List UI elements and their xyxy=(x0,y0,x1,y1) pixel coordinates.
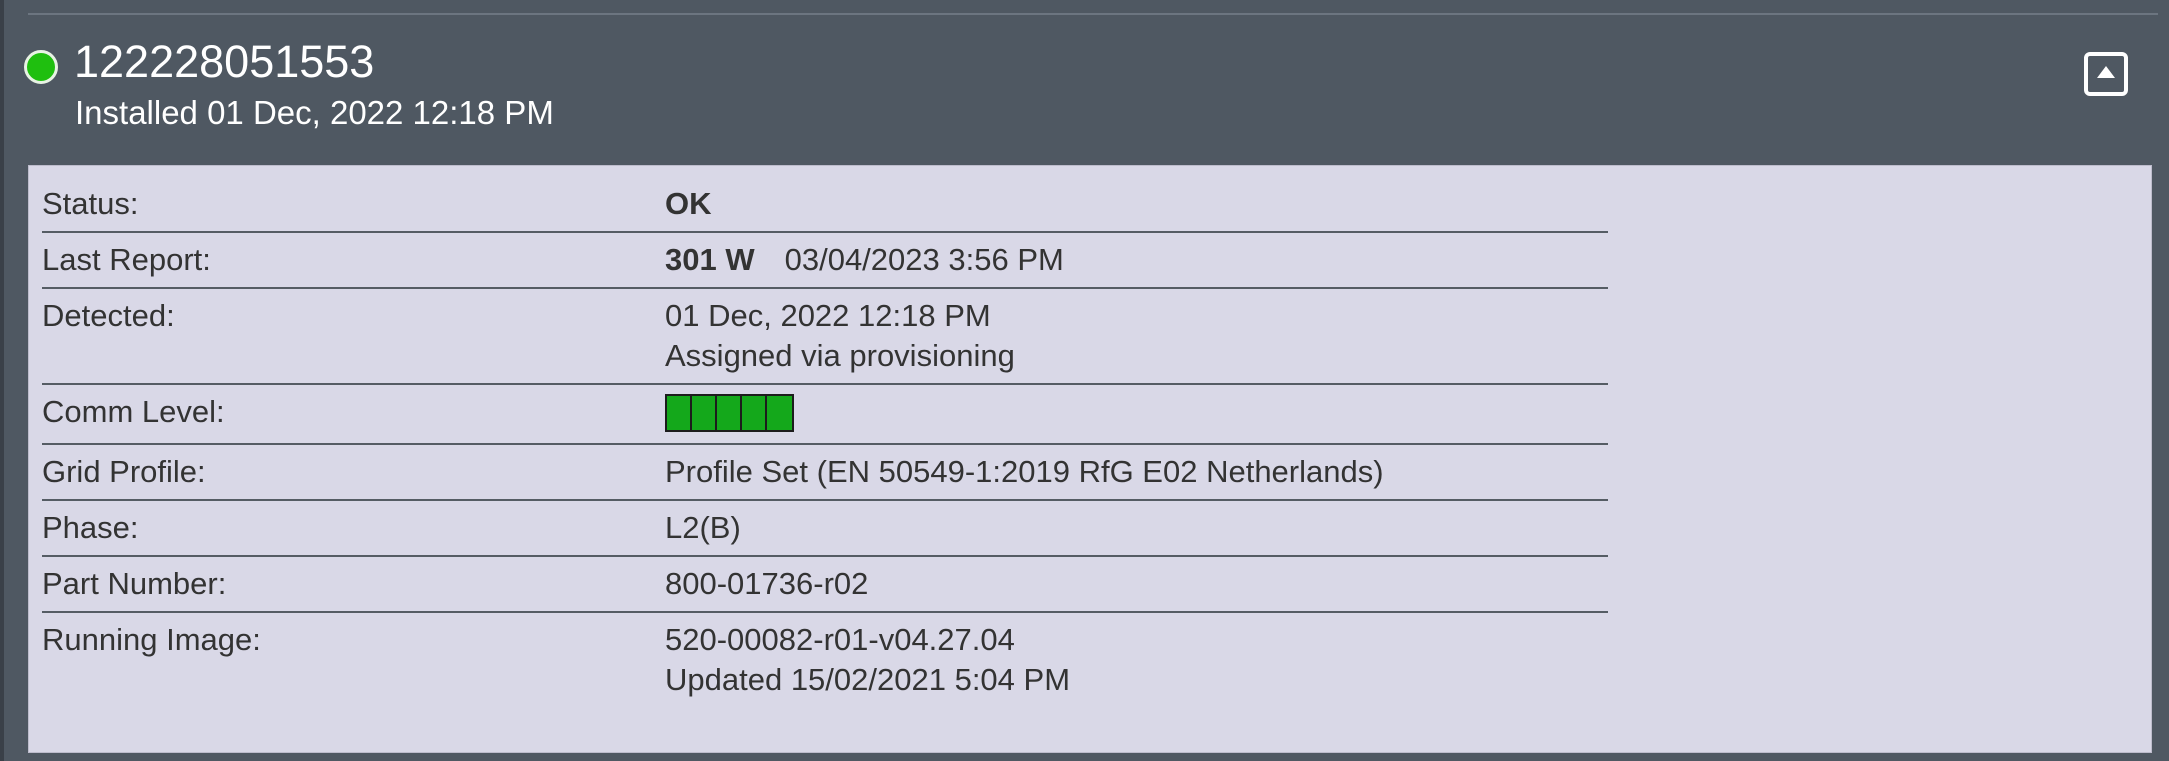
details-table: Status: OK Last Report: 301 W 03/04/2023 … xyxy=(42,177,1608,707)
grid-profile-value: Profile Set (EN 50549-1:2019 RfG E02 Net… xyxy=(665,454,1384,489)
running-image-label: Running Image: xyxy=(42,622,261,657)
detected-note: Assigned via provisioning xyxy=(665,338,1015,373)
detected-row: Detected: 01 Dec, 2022 12:18 PM Assigned… xyxy=(42,288,1608,385)
grid-profile-label: Grid Profile: xyxy=(42,454,206,489)
phase-label: Phase: xyxy=(42,510,139,545)
detected-date: 01 Dec, 2022 12:18 PM xyxy=(665,298,991,333)
comm-level-bar xyxy=(767,396,792,430)
detected-label: Detected: xyxy=(42,298,175,333)
part-number-label: Part Number: xyxy=(42,566,227,601)
status-row: Status: OK xyxy=(42,177,1608,233)
comm-level-label: Comm Level: xyxy=(42,394,225,429)
comm-level-indicator xyxy=(665,394,794,432)
status-label: Status: xyxy=(42,186,139,221)
phase-value: L2(B) xyxy=(665,510,741,545)
running-image-row: Running Image: 520-00082-r01-v04.27.04 U… xyxy=(42,612,1608,707)
grid-profile-row: Grid Profile: Profile Set (EN 50549-1:20… xyxy=(42,444,1608,501)
installed-date: Installed 01 Dec, 2022 12:18 PM xyxy=(75,94,554,131)
part-number-row: Part Number: 800-01736-r02 xyxy=(42,556,1608,613)
last-report-row: Last Report: 301 W 03/04/2023 3:56 PM xyxy=(42,232,1608,289)
last-report-timestamp: 03/04/2023 3:56 PM xyxy=(784,242,1064,277)
running-image-updated: Updated 15/02/2021 5:04 PM xyxy=(665,662,1071,697)
collapse-up-icon xyxy=(2097,66,2115,78)
status-value: OK xyxy=(665,186,712,221)
comm-level-bar xyxy=(667,396,692,430)
comm-level-bar xyxy=(742,396,767,430)
last-report-label: Last Report: xyxy=(42,242,211,277)
part-number-value: 800-01736-r02 xyxy=(665,566,869,601)
status-dot-icon xyxy=(24,50,58,84)
last-report-power: 301 W xyxy=(665,242,755,277)
collapse-button[interactable] xyxy=(2084,52,2128,96)
comm-level-bar xyxy=(692,396,717,430)
comm-level-row: Comm Level: xyxy=(42,384,1608,445)
phase-row: Phase: L2(B) xyxy=(42,500,1608,557)
device-header: 122228051553 Installed 01 Dec, 2022 12:1… xyxy=(0,0,2169,165)
running-image-value: 520-00082-r01-v04.27.04 xyxy=(665,622,1015,657)
device-serial: 122228051553 xyxy=(74,36,375,87)
comm-level-bar xyxy=(717,396,742,430)
details-panel: Status: OK Last Report: 301 W 03/04/2023 … xyxy=(28,165,2152,753)
